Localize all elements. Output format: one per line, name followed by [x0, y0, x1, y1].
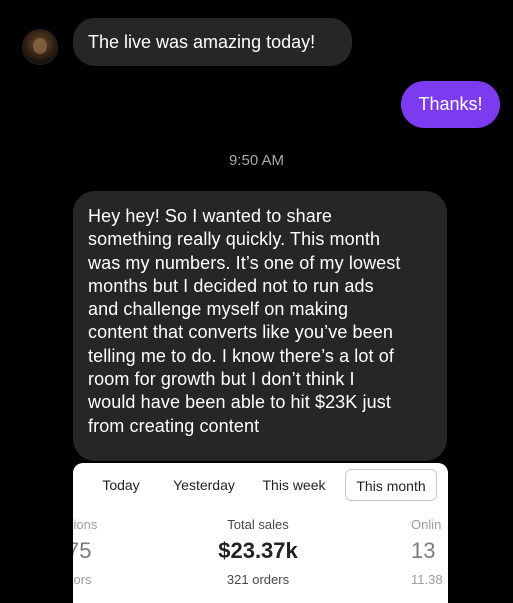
metric-label: Onlin [411, 517, 442, 532]
message-sent-1[interactable]: Thanks! [401, 81, 500, 128]
message-line: and challenge myself on making [88, 299, 349, 320]
metric-sub: 11.38 [411, 572, 443, 587]
tab-this-week[interactable]: This week [257, 469, 331, 501]
message-line: would have been able to hit $23K just [88, 392, 391, 413]
message-text: Thanks! [418, 94, 483, 114]
date-range-tabs: Today Yesterday This week This month [73, 469, 448, 501]
tab-this-month[interactable]: This month [345, 469, 437, 501]
avatar-face [33, 38, 47, 54]
message-received-2[interactable]: Hey hey! So I wanted to share something … [73, 191, 447, 461]
sender-avatar[interactable] [22, 29, 58, 65]
metric-value: 13 [411, 538, 436, 563]
partial-metric-left: sions 75 itors [73, 517, 107, 587]
analytics-screenshot-card[interactable]: Today Yesterday This week This month sio… [73, 463, 448, 603]
message-line: content that converts like you’ve been [88, 322, 393, 343]
message-received-1[interactable]: The live was amazing today! [73, 18, 352, 66]
message-line: something really quickly. This month [88, 229, 381, 250]
metric-value: 75 [73, 538, 92, 563]
tab-yesterday[interactable]: Yesterday [166, 469, 242, 501]
message-line: telling me to do. I know there’s a lot o… [88, 345, 394, 366]
partial-metric-right: Onlin 13 11.38 [411, 517, 448, 587]
message-line: months but I decided not to run ads [88, 275, 374, 296]
tab-today[interactable]: Today [95, 469, 147, 501]
metric-label: sions [73, 517, 98, 532]
metric-sub: 321 orders [226, 572, 290, 587]
metric-value: $23.37k [218, 538, 298, 563]
metric-sub: itors [73, 572, 92, 587]
message-text: The live was amazing today! [88, 32, 316, 52]
message-line: Hey hey! So I wanted to share [88, 206, 333, 226]
message-line: room for growth but I don’t think I [88, 369, 355, 390]
message-line: was my numbers. It’s one of my lowest [88, 252, 401, 273]
message-timestamp: 9:50 AM [228, 152, 285, 169]
message-line: from creating content [88, 415, 260, 436]
metric-total-sales: Total sales $23.37k 321 orders [193, 517, 323, 587]
metric-label: Total sales [227, 517, 289, 532]
